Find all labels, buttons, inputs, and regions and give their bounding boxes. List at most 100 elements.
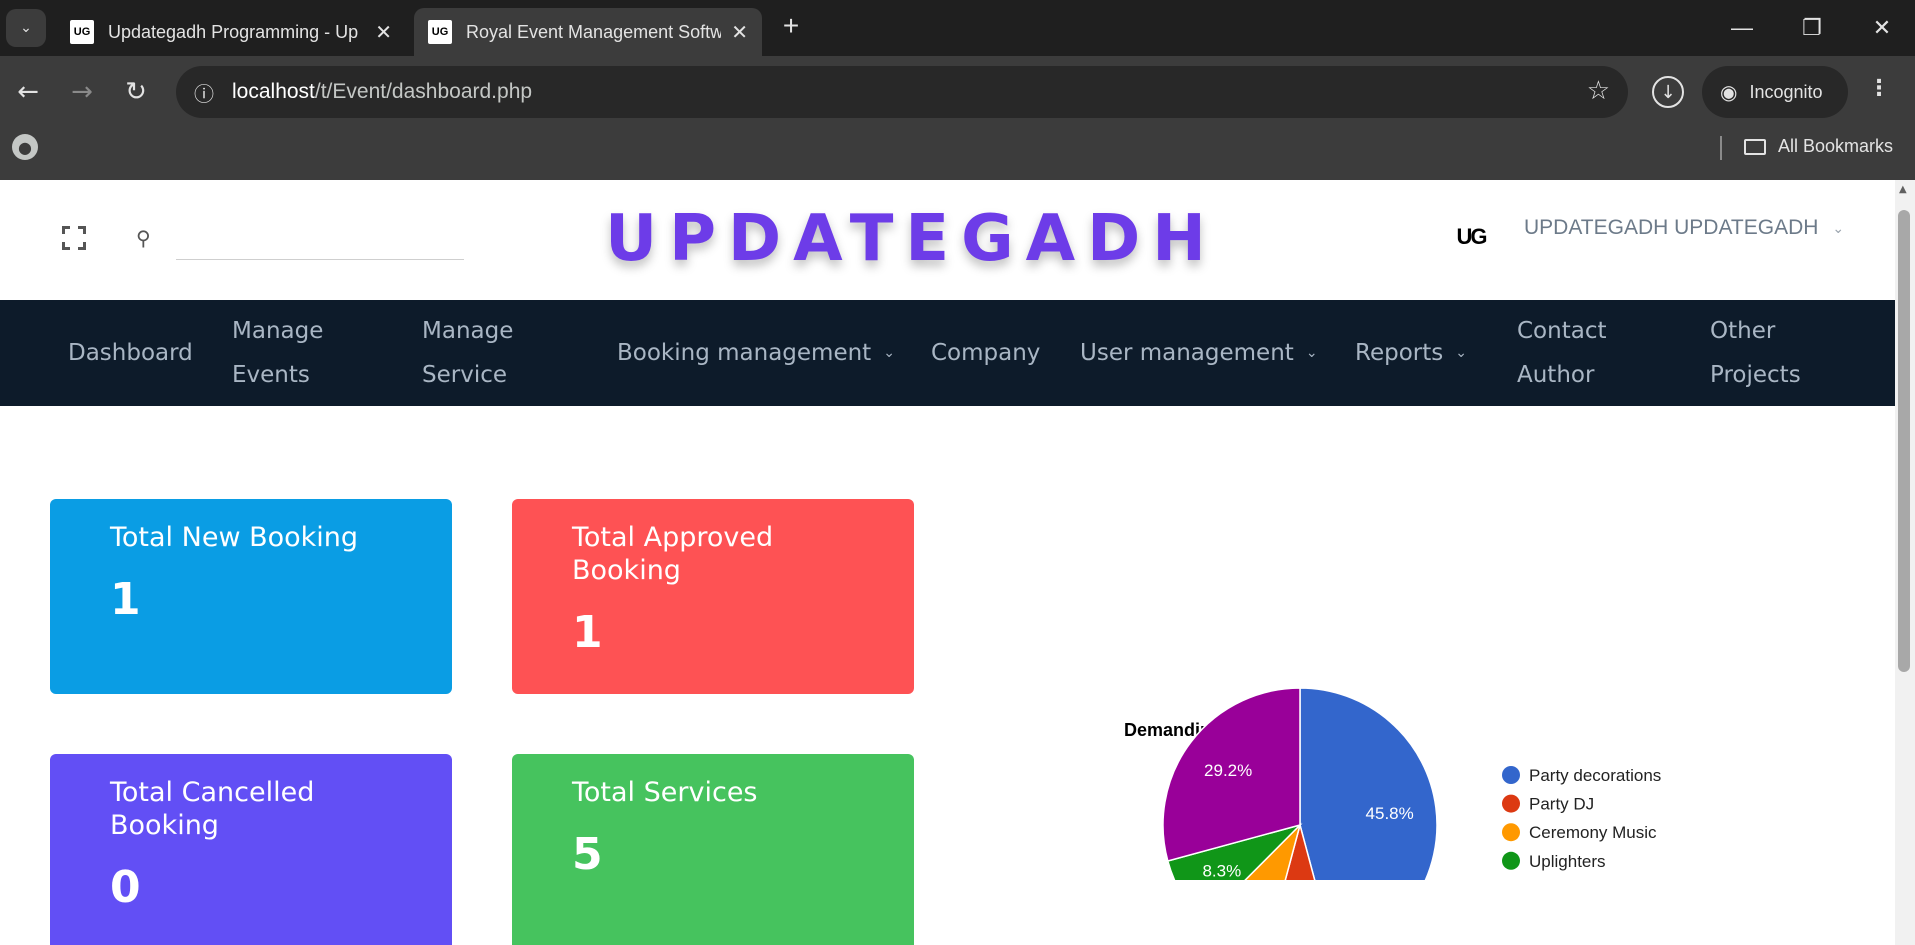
- bookmarks-divider: [1720, 136, 1722, 160]
- stat-card-cancelled-booking[interactable]: Total Cancelled Booking 0: [50, 754, 452, 945]
- url-path: /t/Event/dashboard.php: [314, 80, 533, 103]
- reload-icon[interactable]: ↻: [116, 72, 156, 112]
- search-icon: ⚲: [136, 226, 151, 250]
- nav-company[interactable]: Company: [931, 300, 1040, 406]
- stat-value: 1: [110, 574, 141, 625]
- incognito-button[interactable]: ◉ Incognito: [1702, 66, 1848, 118]
- browser-tabstrip: ⌄ UG Updategadh Programming - Up ✕ UG Ro…: [0, 0, 1915, 56]
- user-menu[interactable]: UPDATEGADH UPDATEGADH ⌄: [1524, 216, 1844, 240]
- nav-label: Contact Author: [1517, 309, 1606, 397]
- user-name: UPDATEGADH UPDATEGADH: [1524, 216, 1819, 239]
- stat-label: Total Approved Booking: [572, 522, 774, 586]
- chevron-down-icon: ⌄: [883, 345, 895, 361]
- url-text[interactable]: localhost/t/Event/dashboard.php: [232, 80, 532, 104]
- legend-item[interactable]: Party decorations: [1529, 766, 1661, 785]
- globe-icon[interactable]: ●: [12, 134, 38, 160]
- nav-booking-management[interactable]: Booking management ⌄: [617, 300, 895, 406]
- nav-label-line: Manage: [422, 318, 514, 344]
- address-bar[interactable]: ⓘ localhost/t/Event/dashboard.php ☆: [176, 66, 1628, 118]
- page-content: ⚲ UPDATEGADH UG UPDATEGADH UPDATEGADH ⌄ …: [0, 180, 1895, 945]
- close-icon[interactable]: ✕: [731, 20, 748, 45]
- stat-value: 5: [572, 829, 603, 880]
- chart-legend: Party decorations Party DJ Ceremony Music U…: [1502, 766, 1661, 899]
- nav-reports[interactable]: Reports ⌄: [1355, 300, 1467, 406]
- pie-slice-label: 8.3%: [1202, 861, 1241, 880]
- search-input[interactable]: [176, 226, 464, 260]
- tab-updategadh-programming[interactable]: UG Updategadh Programming - Up ✕: [56, 8, 406, 56]
- demanding-services-chart: Demanding Services 45.8%8.3%8.3%8.3%29.2…: [1100, 500, 1700, 945]
- chevron-down-icon: ⌄: [1832, 219, 1845, 236]
- incognito-label: Incognito: [1749, 81, 1823, 102]
- nav-label-line: Other: [1710, 318, 1776, 344]
- nav-contact-author[interactable]: Contact Author: [1517, 300, 1606, 406]
- chevron-down-icon: ⌄: [1455, 345, 1467, 361]
- scrollbar-thumb[interactable]: [1898, 210, 1910, 672]
- nav-dashboard[interactable]: Dashboard: [68, 300, 193, 406]
- window-close-icon[interactable]: ✕: [1864, 10, 1900, 46]
- main-navbar: Dashboard Manage Events Manage Service Boo…: [0, 300, 1895, 406]
- pie-slices: [1162, 687, 1438, 945]
- page-header: ⚲ UPDATEGADH UG UPDATEGADH UPDATEGADH ⌄: [0, 180, 1895, 300]
- nav-label: Manage Events: [232, 309, 323, 397]
- brand-title: UPDATEGADH: [605, 202, 1218, 276]
- avatar[interactable]: UG: [1452, 218, 1490, 256]
- tab-favicon: UG: [70, 20, 94, 44]
- scroll-up-icon[interactable]: ▲: [1899, 184, 1907, 195]
- legend-swatch: [1502, 851, 1520, 870]
- info-icon[interactable]: ⓘ: [190, 78, 218, 106]
- pie-slice-label: 45.8%: [1366, 804, 1414, 823]
- nav-label: Booking management: [617, 340, 872, 366]
- nav-label: Manage Service: [422, 309, 513, 397]
- tab-title: Updategadh Programming - Up: [108, 21, 359, 42]
- nav-label-line: Service: [422, 362, 508, 388]
- minimize-icon[interactable]: —: [1724, 10, 1760, 46]
- legend-item[interactable]: Party DJ: [1529, 795, 1594, 814]
- restore-icon[interactable]: ❐: [1794, 10, 1830, 46]
- nav-label: Dashboard: [68, 340, 193, 366]
- star-icon[interactable]: ☆: [1587, 76, 1610, 106]
- nav-label-line: Manage: [232, 318, 324, 344]
- tab-royal-event-management[interactable]: UG Royal Event Management Softw ✕: [414, 8, 762, 56]
- close-icon[interactable]: ✕: [375, 20, 392, 45]
- incognito-icon: ◉: [1720, 81, 1738, 104]
- nav-label-line: Author: [1517, 362, 1595, 388]
- stat-value: 1: [572, 607, 603, 658]
- tab-favicon: UG: [428, 20, 452, 44]
- kebab-menu-icon[interactable]: ⋮: [1868, 76, 1890, 101]
- all-bookmarks-button[interactable]: All Bookmarks: [1744, 136, 1893, 157]
- stat-card-new-booking[interactable]: Total New Booking 1: [50, 499, 452, 694]
- tab-title: Royal Event Management Softw: [466, 21, 722, 42]
- url-host: localhost: [232, 80, 315, 103]
- nav-manage-service[interactable]: Manage Service: [422, 300, 513, 406]
- chevron-down-icon: ⌄: [1305, 345, 1318, 361]
- legend-item[interactable]: Uplighters: [1529, 852, 1606, 871]
- nav-user-management[interactable]: User management ⌄: [1080, 300, 1318, 406]
- nav-label: User management: [1080, 340, 1294, 366]
- chevron-down-icon: ⌄: [20, 20, 32, 36]
- nav-manage-events[interactable]: Manage Events: [232, 300, 323, 406]
- forward-arrow-icon[interactable]: →: [62, 72, 102, 112]
- stat-card-approved-booking[interactable]: Total Approved Booking 1: [512, 499, 914, 694]
- tab-search-button[interactable]: ⌄: [6, 9, 46, 47]
- fullscreen-icon[interactable]: [62, 226, 86, 250]
- browser-toolbar: ← → ↻ ⓘ localhost/t/Event/dashboard.php …: [0, 56, 1915, 186]
- legend-swatch: [1502, 794, 1520, 813]
- nav-label: Reports: [1355, 340, 1444, 366]
- legend-item[interactable]: Ceremony Music: [1529, 823, 1657, 842]
- nav-label: Company: [931, 340, 1041, 366]
- folder-icon: [1744, 138, 1766, 155]
- stat-label: Total Cancelled Booking: [110, 777, 315, 841]
- pie-slice-party-decorations[interactable]: [1299, 687, 1438, 945]
- stat-value: 0: [110, 862, 141, 913]
- back-arrow-icon[interactable]: ←: [8, 72, 48, 112]
- stat-label: Total Services: [572, 777, 758, 808]
- all-bookmarks-label: All Bookmarks: [1778, 136, 1894, 156]
- nav-label-line: Contact: [1517, 318, 1607, 344]
- pie-slice-label: 29.2%: [1204, 761, 1252, 780]
- stat-card-total-services[interactable]: Total Services 5: [512, 754, 914, 945]
- pie-chart-svg: Demanding Services 45.8%8.3%8.3%8.3%29.2…: [1124, 687, 1661, 945]
- download-icon[interactable]: ↓: [1652, 76, 1684, 108]
- new-tab-button[interactable]: +: [776, 12, 806, 42]
- nav-other-projects[interactable]: Other Projects: [1710, 300, 1801, 406]
- nav-label-line: Events: [232, 362, 310, 388]
